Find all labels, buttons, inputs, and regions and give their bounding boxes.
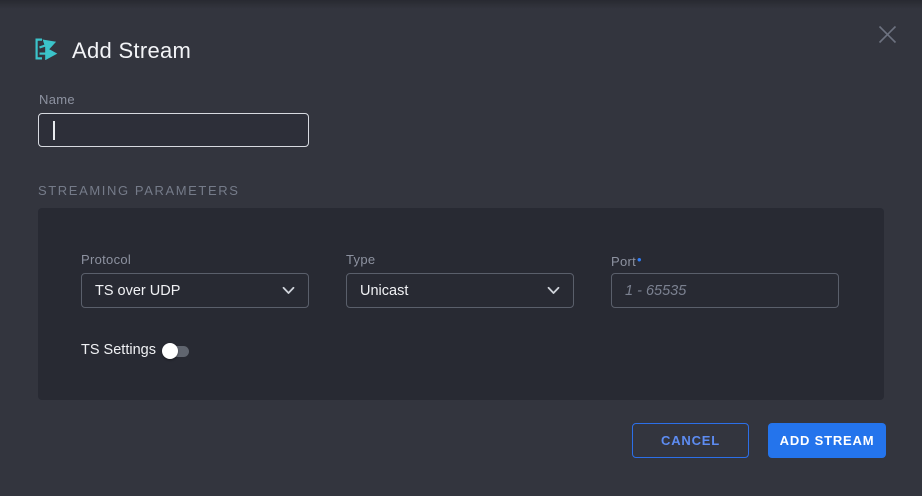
protocol-select[interactable]: TS over UDP xyxy=(81,273,309,308)
dialog-title: Add Stream xyxy=(72,38,191,64)
type-label: Type xyxy=(346,252,375,267)
ts-settings-toggle[interactable] xyxy=(162,343,189,359)
cancel-button[interactable]: CANCEL xyxy=(632,423,749,458)
port-input[interactable] xyxy=(612,274,838,307)
name-label: Name xyxy=(39,92,75,107)
type-select[interactable]: Unicast xyxy=(346,273,574,308)
close-icon[interactable] xyxy=(872,19,902,49)
streaming-parameters-heading: STREAMING PARAMETERS xyxy=(38,183,240,198)
name-input-wrap xyxy=(38,113,309,147)
chevron-down-icon xyxy=(547,286,560,295)
add-stream-button[interactable]: ADD STREAM xyxy=(768,423,886,458)
type-selected-value: Unicast xyxy=(347,283,547,299)
protocol-selected-value: TS over UDP xyxy=(82,283,282,299)
add-stream-dialog: Add Stream Name STREAMING PARAMETERS Pro… xyxy=(0,0,922,496)
chevron-down-icon xyxy=(282,286,295,295)
name-input[interactable] xyxy=(39,114,308,146)
port-label: Port• xyxy=(611,252,642,269)
ts-settings-label: TS Settings xyxy=(81,342,156,358)
streaming-parameters-panel: Protocol Type Port• TS over UDP Unicast xyxy=(38,208,884,400)
stream-out-icon xyxy=(33,37,62,61)
toggle-knob xyxy=(162,343,178,359)
required-marker: • xyxy=(637,252,642,267)
port-input-wrap xyxy=(611,273,839,308)
protocol-label: Protocol xyxy=(81,252,131,267)
